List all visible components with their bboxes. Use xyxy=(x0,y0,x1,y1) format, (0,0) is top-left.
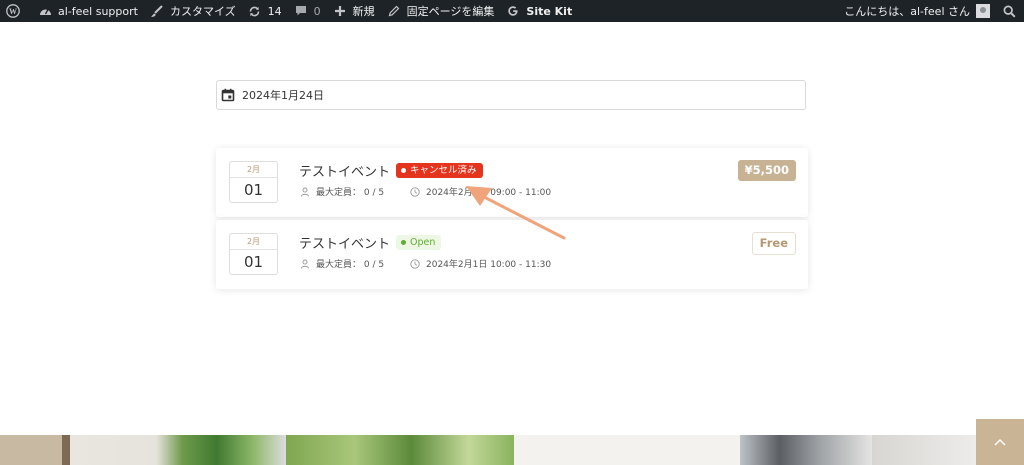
scroll-to-top-button[interactable] xyxy=(976,419,1024,465)
photo-tile-trees xyxy=(286,435,514,465)
wordpress-logo-icon: W xyxy=(6,4,20,18)
svg-text:W: W xyxy=(9,7,17,16)
avatar xyxy=(976,4,990,18)
person-icon xyxy=(301,187,309,197)
edit-page-label: 固定ページを編集 xyxy=(406,5,495,18)
event-list: 2月 01 テストイベント キャンセル済み 最大定員： 0 / 5 2024年2… xyxy=(216,148,808,289)
photo-tile-plant xyxy=(70,435,286,465)
site-name-label: al-feel support xyxy=(58,4,138,18)
capacity-label: 最大定員： 0 / 5 xyxy=(316,188,385,198)
event-card[interactable]: 2月 01 テストイベント キャンセル済み 最大定員： 0 / 5 2024年2… xyxy=(216,148,808,217)
admin-search-toggle[interactable] xyxy=(996,0,1024,22)
plus-icon xyxy=(333,4,347,18)
new-content-menu[interactable]: 新規 xyxy=(327,0,381,22)
event-time: 2024年2月1日 10:00 - 11:30 xyxy=(426,260,552,270)
event-card[interactable]: 2月 01 テストイベント Open 最大定員： 0 / 5 2024年2月1日… xyxy=(216,220,808,289)
event-month: 2月 xyxy=(230,162,277,178)
status-dot xyxy=(401,240,407,245)
footer-image-strip xyxy=(0,435,1024,465)
event-date-box: 2月 01 xyxy=(229,161,278,203)
edit-page-link[interactable]: 固定ページを編集 xyxy=(381,0,501,22)
google-g-icon xyxy=(506,4,520,18)
status-label: キャンセル済み xyxy=(410,165,477,176)
clock-icon xyxy=(410,186,420,197)
status-dot xyxy=(401,168,407,173)
site-name-menu[interactable]: al-feel support xyxy=(32,0,144,22)
comment-icon xyxy=(294,4,308,18)
site-kit-menu[interactable]: Site Kit xyxy=(500,0,578,22)
refresh-icon xyxy=(248,4,262,18)
customize-link[interactable]: カスタマイズ xyxy=(144,0,242,22)
new-label: 新規 xyxy=(352,5,375,18)
greeting-label: こんにちは、al-feel さん xyxy=(844,5,970,18)
date-value: 2024年1月24日 xyxy=(242,89,324,102)
search-icon xyxy=(1002,4,1016,18)
chevron-up-icon xyxy=(994,439,1006,446)
pencil-icon xyxy=(387,4,401,18)
event-month: 2月 xyxy=(230,234,277,250)
my-account-menu[interactable]: こんにちは、al-feel さん xyxy=(838,0,996,22)
event-title[interactable]: テストイベント xyxy=(299,233,390,252)
calendar-icon xyxy=(221,88,235,102)
updates-link[interactable]: 14 xyxy=(242,0,288,22)
status-badge-open: Open xyxy=(396,235,442,250)
event-day: 01 xyxy=(243,253,264,271)
site-kit-label: Site Kit xyxy=(526,4,573,18)
comments-link[interactable]: 0 xyxy=(288,0,327,22)
capacity-label: 最大定員： 0 / 5 xyxy=(316,260,385,270)
status-label: Open xyxy=(410,237,436,248)
person-icon xyxy=(301,259,309,269)
wp-admin-bar: W al-feel support カスタマイズ 14 0 新規 固定ページを編… xyxy=(0,0,1024,22)
photo-tile xyxy=(0,435,62,465)
wordpress-logo-menu[interactable]: W xyxy=(0,0,32,22)
clock-icon xyxy=(410,258,420,269)
date-picker-field[interactable]: 2024年1月24日 xyxy=(216,80,806,110)
photo-tile xyxy=(514,435,740,465)
photo-tile-laptop xyxy=(740,435,872,465)
price-badge: Free xyxy=(751,232,796,255)
event-day: 01 xyxy=(243,181,264,199)
status-badge-cancelled: キャンセル済み xyxy=(396,163,483,178)
dashboard-icon xyxy=(38,4,52,18)
comments-count: 0 xyxy=(313,4,321,18)
brush-icon xyxy=(150,4,164,18)
price-badge: ¥5,500 xyxy=(737,160,796,181)
photo-tile xyxy=(62,435,70,465)
customize-label: カスタマイズ xyxy=(169,5,236,18)
event-time: 2024年2月1日 09:00 - 11:00 xyxy=(426,188,552,198)
event-date-box: 2月 01 xyxy=(229,233,278,275)
event-title[interactable]: テストイベント xyxy=(299,161,390,180)
photo-tile xyxy=(872,435,976,465)
updates-count: 14 xyxy=(267,4,282,18)
